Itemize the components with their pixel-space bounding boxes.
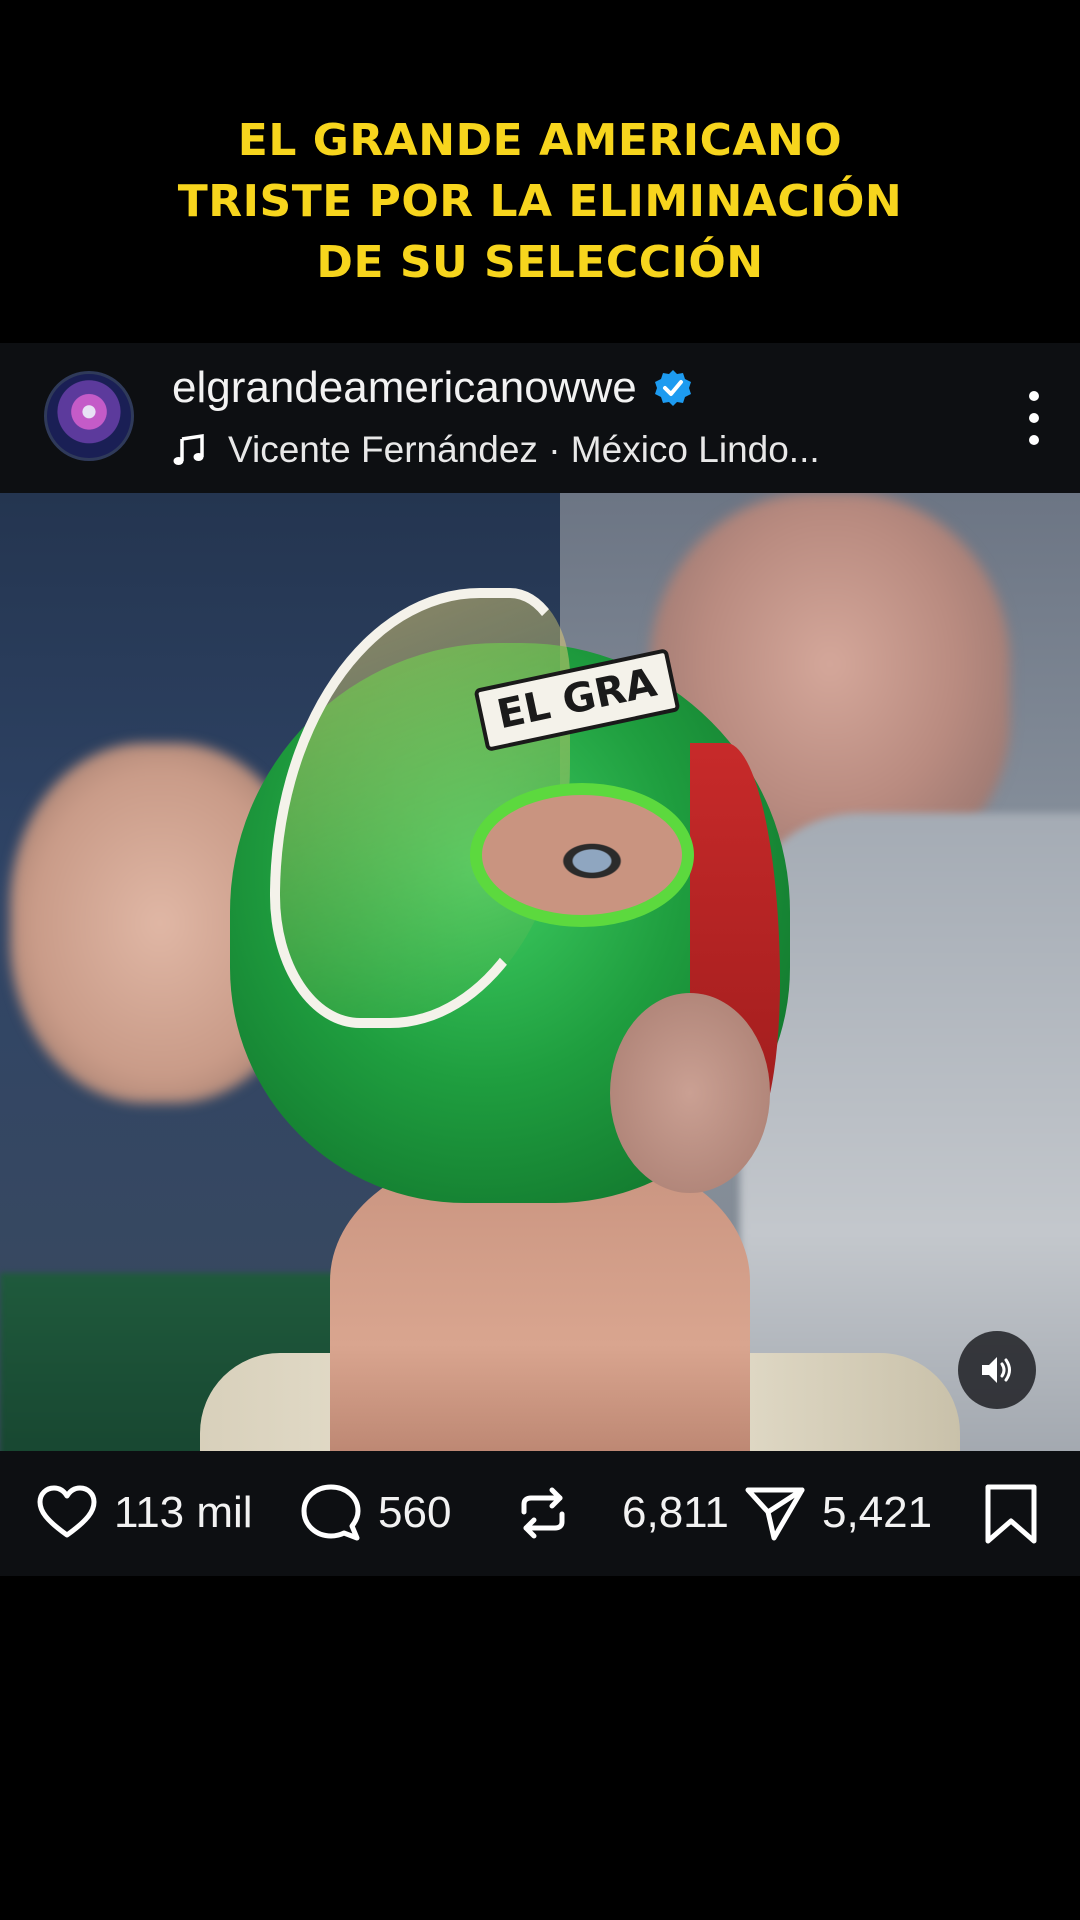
post-headline: EL GRANDE AMERICANO TRISTE POR LA ELIMIN… [0, 110, 1080, 293]
sound-icon [982, 1357, 1011, 1383]
sound-button[interactable] [958, 1331, 1036, 1409]
more-options-icon[interactable] [1026, 391, 1042, 445]
send-icon [745, 1487, 805, 1541]
mask-mouth-opening [610, 993, 770, 1193]
username[interactable]: elgrandeamericanowwe [172, 363, 637, 413]
music-row[interactable]: Vicente Fernández · México Lindo... [172, 425, 820, 475]
post-header: elgrandeamericanowwe Vicente Fernández ·… [0, 343, 1080, 493]
music-track: Vicente Fernández · México Lindo... [228, 429, 820, 470]
comment-button[interactable]: 560 [300, 1483, 451, 1543]
action-bar: 113 mil 560 6,811 5,421 [0, 1451, 1080, 1576]
repost-icon [521, 1487, 565, 1539]
comment-count: 560 [378, 1488, 452, 1537]
verified-badge-icon [654, 370, 691, 406]
username-row: elgrandeamericanowwe [172, 360, 693, 416]
like-button[interactable]: 113 mil [36, 1483, 253, 1543]
post-media[interactable]: EL GRA [0, 493, 1080, 1451]
avatar[interactable] [44, 371, 134, 461]
headline-line-3: DE SU SELECCIÓN [316, 237, 764, 288]
share-count: 5,421 [822, 1488, 933, 1537]
bookmark-icon[interactable] [982, 1483, 1040, 1545]
headline-line-2: TRISTE POR LA ELIMINACIÓN [177, 176, 903, 227]
headline-line-1: EL GRANDE AMERICANO [237, 115, 843, 166]
music-note-icon [173, 433, 204, 465]
mask-eye [470, 783, 694, 927]
share-button[interactable]: 5,421 [744, 1483, 932, 1543]
repost-count: 6,811 [622, 1488, 729, 1537]
like-count: 113 mil [114, 1488, 253, 1537]
heart-icon [37, 1485, 97, 1538]
repost-button[interactable]: 6,811 [512, 1483, 729, 1543]
comment-icon [301, 1484, 361, 1541]
